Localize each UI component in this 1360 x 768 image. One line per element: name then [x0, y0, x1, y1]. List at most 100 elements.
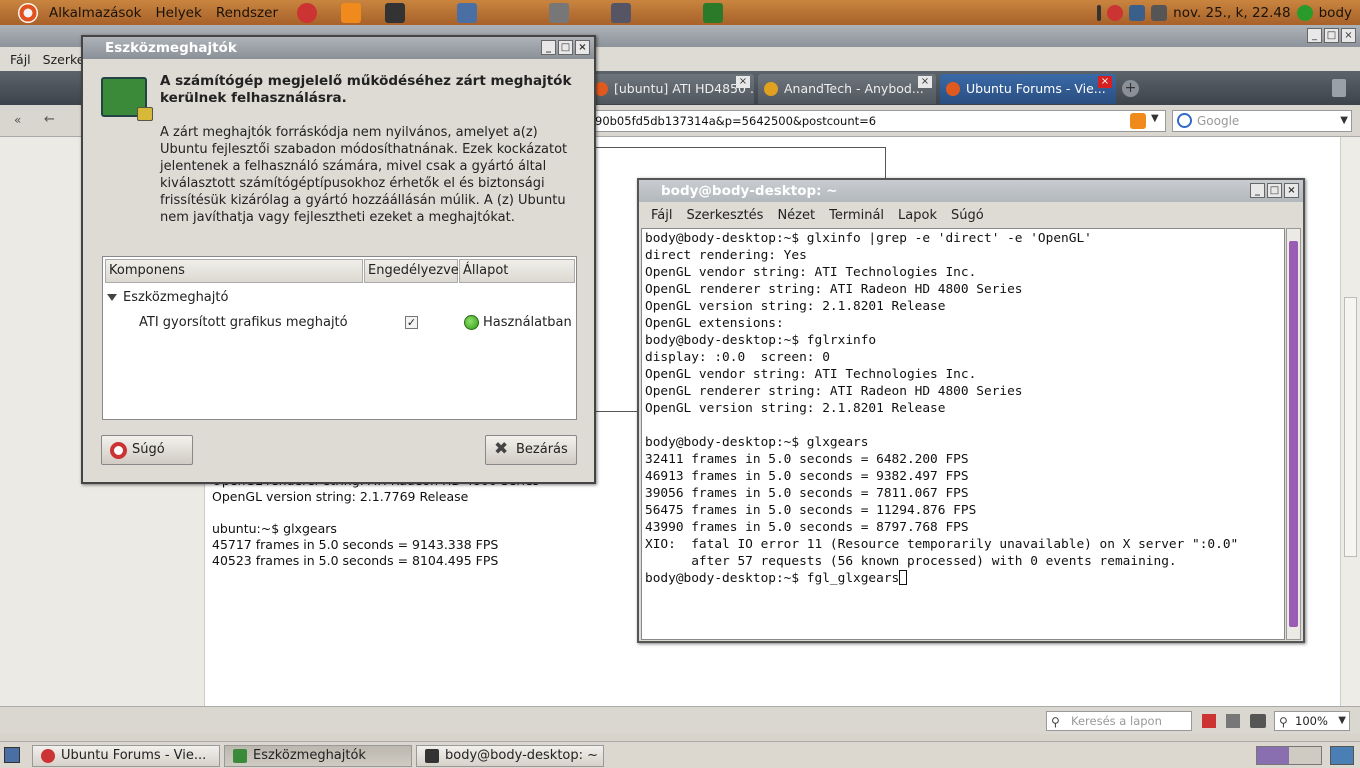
terminal-line: XIO: fatal IO error 11 (Resource tempora… — [645, 537, 1239, 552]
tab-ubuntu-ati[interactable]: [ubuntu] ATI HD4850 ... × — [588, 74, 754, 104]
tab-label: [ubuntu] ATI HD4850 ... — [614, 81, 754, 96]
lifebuoy-icon — [110, 442, 127, 459]
ubuntu-favicon-icon — [594, 82, 608, 96]
search-dropdown-icon[interactable]: ▼ — [1340, 111, 1348, 131]
terminal-window: body@body-desktop: ~ _ □ × Fájl Szerkesz… — [637, 178, 1305, 643]
terminal-icon — [425, 749, 439, 763]
opera-unite-icon[interactable] — [1202, 714, 1216, 728]
terminal-maximize-button[interactable]: □ — [1267, 183, 1282, 198]
terminal-scrollbar[interactable] — [1286, 228, 1301, 640]
opera-launcher-icon[interactable] — [297, 2, 317, 23]
column-header-component[interactable]: Komponens — [105, 259, 363, 283]
driver-status: Használatban — [483, 315, 572, 330]
term-menu-terminal[interactable]: Terminál — [829, 208, 884, 223]
terminal-line: OpenGL renderer string: ATI Radeon HD 48… — [645, 384, 1023, 399]
help-button[interactable]: Súgó — [101, 435, 193, 465]
turbo-icon[interactable] — [1226, 714, 1240, 728]
tab-ubuntu-forums[interactable]: Ubuntu Forums - Vie... × — [940, 74, 1116, 104]
terminal-line: body@body-desktop:~$ glxinfo |grep -e 'd… — [645, 231, 1092, 246]
taskbar-item-drivers[interactable]: Eszközmeghajtók — [224, 745, 412, 767]
find-in-page-placeholder: Keresés a lapon — [1071, 714, 1162, 728]
taskbar-item-terminal[interactable]: body@body-desktop: ~ — [416, 745, 604, 767]
settings-launcher-icon[interactable] — [611, 2, 631, 23]
update-icon[interactable] — [1107, 4, 1124, 21]
tab-label: Ubuntu Forums - Vie... — [966, 81, 1106, 96]
show-desktop-icon[interactable] — [4, 747, 20, 763]
zoom-dropdown-icon[interactable]: ▼ — [1338, 712, 1346, 730]
close-dialog-button[interactable]: ✖ Bezárás — [485, 435, 577, 465]
terminal-line: display: :0.0 screen: 0 — [645, 350, 830, 365]
user-name[interactable]: body — [1319, 5, 1352, 21]
term-menu-file[interactable]: Fájl — [651, 208, 672, 223]
close-button[interactable]: × — [1341, 28, 1356, 43]
address-input[interactable]: 90b05fd5db137314a&p=5642500&postcount=6 — [588, 110, 1166, 132]
workspace-switcher[interactable] — [1256, 746, 1322, 765]
calculator-launcher-icon[interactable] — [549, 2, 569, 23]
menu-applications[interactable]: Alkalmazások — [42, 5, 148, 21]
driver-enabled-checkbox[interactable]: ✓ — [405, 316, 418, 329]
minimize-button[interactable]: _ — [1307, 28, 1322, 43]
term-menu-edit[interactable]: Szerkesztés — [686, 208, 763, 223]
find-in-page-input[interactable]: ⚲ Keresés a lapon — [1046, 711, 1192, 731]
terminal-line: OpenGL vendor string: ATI Technologies I… — [645, 265, 977, 280]
driver-name[interactable]: ATI gyorsított grafikus meghajtó — [139, 315, 348, 330]
system-monitor-launcher-icon[interactable] — [703, 2, 723, 23]
back-icon[interactable]: ← — [44, 112, 58, 127]
dialog-close-button[interactable]: × — [575, 40, 590, 55]
help-button-label: Súgó — [132, 442, 165, 457]
group-row-label[interactable]: Eszközmeghajtó — [123, 290, 228, 305]
terminal-close-button[interactable]: × — [1284, 183, 1299, 198]
dialog-heading: A számítógép megjelelő működéséhez zárt … — [160, 73, 572, 106]
page-scrollbar[interactable] — [1340, 137, 1360, 706]
user-status-icon[interactable] — [1296, 4, 1313, 21]
ubuntu-logo-icon[interactable] — [18, 2, 38, 23]
terminal-screen[interactable]: body@body-desktop:~$ glxinfo |grep -e 'd… — [641, 228, 1285, 640]
terminal-prompt: body@body-desktop:~$ fgl_glxgears — [645, 571, 900, 586]
close-tab-icon[interactable]: × — [1098, 76, 1112, 88]
opera-icon — [41, 749, 55, 763]
close-tab-icon[interactable]: × — [918, 76, 932, 88]
terminal-line: 39056 frames in 5.0 seconds = 7811.067 F… — [645, 486, 969, 501]
dialog-minimize-button[interactable]: _ — [541, 40, 556, 55]
tab-anandtech[interactable]: AnandTech - Anybod... × — [758, 74, 936, 104]
terminal-line: 43990 frames in 5.0 seconds = 8797.768 F… — [645, 520, 969, 535]
term-menu-tabs[interactable]: Lapok — [898, 208, 937, 223]
address-dropdown-icon[interactable]: ▼ — [1151, 113, 1159, 124]
menu-places[interactable]: Helyek — [148, 5, 208, 21]
trash-icon[interactable] — [1332, 79, 1346, 97]
page-scrollbar-thumb[interactable] — [1344, 297, 1357, 557]
trash-applet-icon[interactable] — [1330, 746, 1354, 765]
term-menu-help[interactable]: Súgó — [951, 208, 984, 223]
rewind-icon[interactable]: « — [14, 113, 28, 127]
menu-system[interactable]: Rendszer — [209, 5, 285, 21]
new-tab-icon[interactable]: + — [1122, 80, 1139, 97]
search-placeholder: Google — [1197, 114, 1240, 128]
network-launcher-icon[interactable] — [457, 2, 477, 23]
maximize-button[interactable]: □ — [1324, 28, 1339, 43]
column-header-status[interactable]: Állapot — [459, 259, 575, 283]
close-tab-icon[interactable]: × — [736, 76, 750, 88]
expander-triangle-icon[interactable] — [107, 294, 117, 301]
dialog-titlebar: Eszközmeghajtók _ □ × — [83, 37, 594, 59]
column-header-enabled[interactable]: Engedélyezve — [364, 259, 459, 283]
volume-icon[interactable] — [1151, 4, 1168, 21]
taskbar-label: Ubuntu Forums - Vie... — [61, 748, 207, 763]
drivers-icon — [233, 749, 247, 763]
drivers-table: Komponens Engedélyezve Állapot Eszközmeg… — [102, 256, 577, 420]
vlc-launcher-icon[interactable] — [341, 2, 361, 23]
taskbar-label: body@body-desktop: ~ — [445, 748, 599, 763]
terminal-scrollbar-thumb[interactable] — [1289, 241, 1298, 627]
network-icon[interactable] — [1129, 4, 1146, 21]
rss-feed-icon[interactable] — [1130, 113, 1146, 129]
zoom-select[interactable]: ⚲ 100% ▼ — [1274, 711, 1350, 731]
search-input[interactable]: Google ▼ — [1172, 110, 1352, 132]
terminal-title: body@body-desktop: ~ — [661, 183, 838, 199]
taskbar-item-opera[interactable]: Ubuntu Forums - Vie... — [32, 745, 220, 767]
terminal-launcher-icon[interactable] — [385, 2, 405, 23]
clock[interactable]: nov. 25., k, 22.48 — [1173, 5, 1290, 21]
camera-icon[interactable] — [1250, 714, 1266, 728]
dialog-maximize-button[interactable]: □ — [558, 40, 573, 55]
terminal-minimize-button[interactable]: _ — [1250, 183, 1265, 198]
menu-file[interactable]: Fájl — [10, 52, 31, 67]
term-menu-view[interactable]: Nézet — [777, 208, 815, 223]
